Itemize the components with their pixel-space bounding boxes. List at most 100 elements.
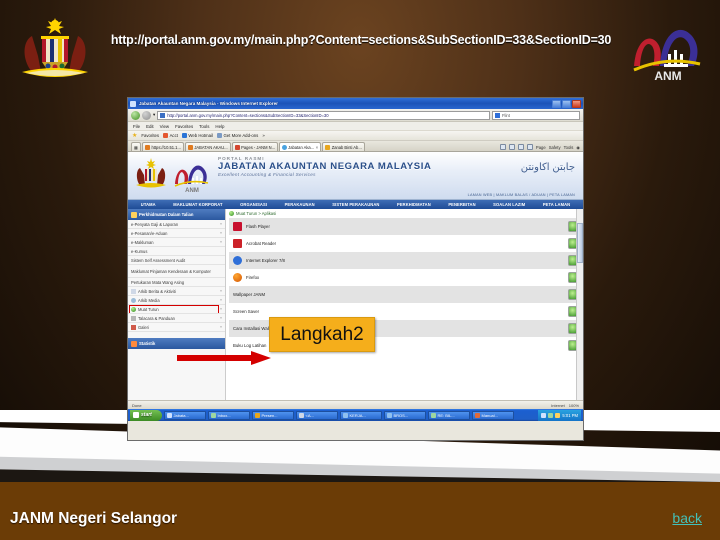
tab-0[interactable]: https://10.51.1... [142, 142, 184, 151]
sidebar-item-arkib-berita[interactable]: Arkib Berita & Aktiviti » [128, 287, 225, 296]
nav-item-sistem-perakaunan[interactable]: SISTEM PERAKAUNAN [332, 202, 379, 207]
taskbar-button-label: Jabata... [173, 412, 189, 418]
download-row[interactable]: Firefox [229, 269, 583, 286]
print-icon[interactable] [526, 144, 533, 150]
address-input[interactable]: http://portal.anm.gov.my/main.php?Conten… [157, 110, 490, 120]
minimize-button[interactable] [552, 99, 561, 108]
nav-item-organisasi[interactable]: ORGANISASI [240, 202, 267, 207]
download-row[interactable]: Acrobat Reader [229, 235, 583, 252]
safety-menu[interactable]: Safety [549, 145, 561, 150]
sidebar-item-talacara[interactable]: Talacara & Panduan » [128, 314, 225, 323]
close-button[interactable] [572, 99, 581, 108]
clock[interactable]: 5:01 PM [562, 413, 578, 418]
menu-item-file[interactable]: File [133, 124, 140, 129]
menu-item-edit[interactable]: Edit [146, 124, 154, 129]
taskbar-button[interactable]: Inbox... [208, 410, 250, 420]
forward-icon[interactable] [142, 110, 151, 120]
sidebar-statistik-header[interactable]: Statistik [128, 338, 225, 349]
sidebar-item-label: e-Makluman [131, 239, 154, 245]
app-icon [387, 412, 392, 418]
menu-item-view[interactable]: View [160, 124, 169, 129]
sidebar-item-ekumus[interactable]: e-Kumus [128, 247, 225, 256]
sidebar-item-muat-turun[interactable]: Muat Turun » [128, 305, 225, 314]
zoom-level[interactable]: 100% [569, 403, 579, 408]
favorites-bar[interactable]: ★ Favorites Acct Web Hotmail Get More Ad… [128, 131, 583, 141]
nav-item-maklumat-korporat[interactable]: MAKLUMAT KORPORAT [173, 202, 222, 207]
tab-strip[interactable]: ▦ https://10.51.1... JABATAN AKAU... Pag… [128, 141, 583, 152]
tab-2[interactable]: Pages - JANM N... [231, 142, 278, 151]
tray-icon[interactable] [555, 412, 561, 418]
tray-icon[interactable] [548, 412, 554, 418]
tab-quicktabs[interactable]: ▦ [131, 142, 141, 151]
scrollbar-thumb[interactable] [576, 223, 583, 263]
site-nav-bar[interactable]: UTAMA MAKLUMAT KORPORAT ORGANISASI PERAK… [128, 200, 583, 209]
download-row[interactable]: Wallpaper JANM [229, 286, 583, 303]
start-button[interactable]: start [130, 409, 162, 421]
archive-icon [131, 288, 136, 294]
status-text: Done [132, 402, 142, 408]
favorite-item-acct[interactable]: Acct [163, 133, 178, 138]
download-row[interactable]: Flash Player [229, 218, 583, 235]
mail-icon[interactable] [517, 144, 524, 150]
page-scrollbar[interactable] [576, 209, 583, 400]
tab-close-icon[interactable]: × [316, 145, 319, 150]
sidebar-item-self-assessment[interactable]: Sistem Self Assessment Audit [128, 256, 225, 265]
nav-item-perakaunan[interactable]: PERAKAUNAN [285, 202, 315, 207]
site-top-links[interactable]: LAMAN WEB | MAKLUM BALAS / ADUAN | PETA … [468, 193, 575, 197]
taskbar-button[interactable]: KERJA... [340, 410, 382, 420]
taskbar-button[interactable]: Jabata... [164, 410, 206, 420]
page-menu[interactable]: Page [536, 145, 546, 150]
menu-item-favorites[interactable]: Favorites [175, 124, 193, 129]
taskbar-button[interactable]: Presen... [252, 410, 294, 420]
feeds-icon[interactable] [508, 144, 515, 150]
favorites-overflow-icon[interactable]: » [262, 133, 264, 138]
nav-item-peta-laman[interactable]: PETA LAMAN [543, 202, 570, 207]
menu-item-help[interactable]: Help [215, 124, 224, 129]
sidebar-item-pinjaman[interactable]: Maklumat Pinjaman Kenderaan & Komputer [128, 265, 225, 278]
window-buttons[interactable] [552, 99, 581, 108]
system-tray[interactable]: 5:01 PM [538, 409, 581, 421]
sidebar-item-emakluman[interactable]: e-Makluman » [128, 238, 225, 247]
taskbar-button[interactable]: BROS... [384, 410, 426, 420]
tab-toolbar[interactable]: Page Safety Tools ◉ [499, 144, 580, 151]
windows-taskbar[interactable]: start Jabata... Inbox... Presen... <A...… [128, 409, 583, 421]
home-icon[interactable] [499, 144, 506, 150]
download-row[interactable]: Internet Explorer 7/8 [229, 252, 583, 269]
firefox-icon [233, 273, 242, 282]
address-dropdown-icon[interactable]: ▾ [153, 112, 155, 118]
favorites-label[interactable]: Favorites [141, 133, 159, 138]
maximize-button[interactable] [562, 99, 571, 108]
tab-4[interactable]: Zanab Binti Ab... [322, 142, 365, 151]
app-icon [475, 412, 480, 418]
sidebar-item-galeri[interactable]: Galeri » [128, 323, 225, 332]
favorite-item-hotmail[interactable]: Web Hotmail [181, 133, 213, 138]
back-icon[interactable] [131, 110, 140, 120]
tab-3-active[interactable]: Jabatan Aka... × [278, 142, 322, 151]
sidebar-item-epenyata[interactable]: e-Penyata Gaji & Laporan » [128, 220, 225, 229]
taskbar-button[interactable]: RE: BIL... [428, 410, 470, 420]
menu-bar[interactable]: File Edit View Favorites Tools Help [128, 122, 583, 131]
nav-item-penerbitan[interactable]: PENERBITAN [448, 202, 475, 207]
sidebar-item-mata-wang[interactable]: Pertukaran Mata Wang Asing [128, 278, 225, 287]
sidebar-item-label: Arkib Media [138, 297, 160, 303]
tab-icon [187, 144, 193, 150]
nav-item-perkhidmatan[interactable]: PERKHIDMATAN [397, 202, 431, 207]
sidebar-item-arkib-media[interactable]: Arkib Media » [128, 296, 225, 305]
taskbar-button[interactable]: Manual... [472, 410, 514, 420]
help-icon[interactable]: ◉ [576, 145, 580, 150]
tab-1[interactable]: JABATAN AKAU... [184, 142, 231, 151]
sidebar-item-epesanan[interactable]: e-Pesanan/e-Aduan » [128, 229, 225, 238]
gallery-icon [131, 324, 136, 330]
favicon-icon [160, 112, 166, 118]
tray-icon[interactable] [541, 412, 547, 418]
tools-menu[interactable]: Tools [564, 145, 574, 150]
search-input[interactable]: Flint [492, 110, 580, 120]
nav-item-soalan-lazim[interactable]: SOALAN LAZIM [493, 202, 525, 207]
menu-item-tools[interactable]: Tools [199, 124, 209, 129]
chevron-right-icon: » [220, 222, 222, 226]
nav-item-utama[interactable]: UTAMA [141, 202, 156, 207]
taskbar-button[interactable]: <A... [296, 410, 338, 420]
app-icon [255, 412, 260, 418]
back-link[interactable]: back [672, 510, 702, 526]
favorite-item-addons[interactable]: Get More Add-ons [216, 133, 258, 138]
